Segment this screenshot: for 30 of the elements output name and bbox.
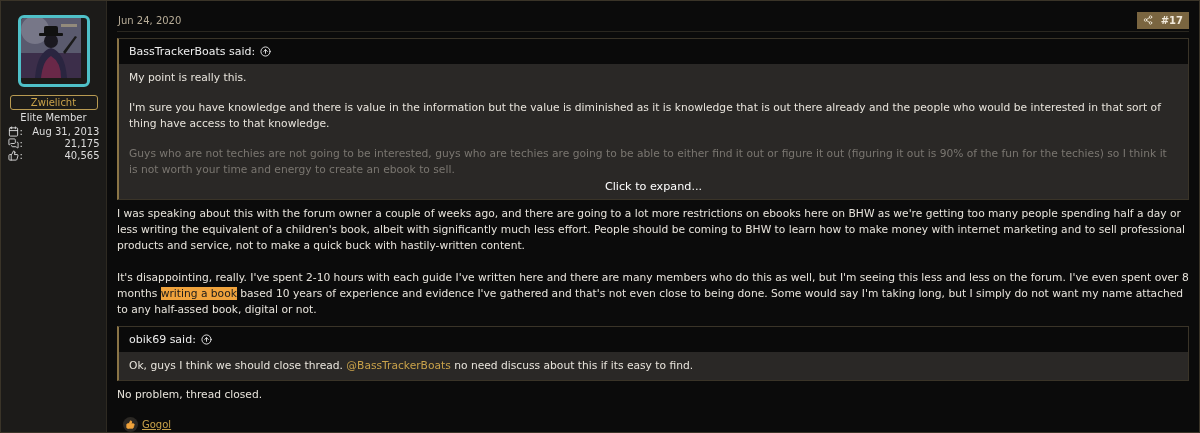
paragraph: Ok, guys I think we should close thread. @BassTrackerBoats no need discuss about this if its easy to find. [129, 358, 695, 374]
jump-to-quote-icon[interactable] [200, 334, 212, 345]
paragraph: It's disappointing, really. I've spent 2-10 hours with each guide I've written here and there are many members who do this as well, but I'm seeing this less and less on the forum. I've even spent over 8 months writing a book based 10 years of experience and evidence I've gathered and that's not even close to being done. Some would say I'm taking long, but I simply do not want my name attached to any half-assed book, digital or not. [117, 270, 1189, 318]
post-date: Jun 24, 2020 [118, 14, 182, 26]
stat-colon: : [19, 126, 23, 137]
paragraph: My point is really this. [129, 70, 248, 86]
reaction-user-link[interactable]: Gogol [142, 419, 172, 430]
stat-value: 40,565 [64, 150, 100, 161]
share-icon [1142, 15, 1153, 25]
thumbs-up-icon [123, 417, 138, 432]
post-number-button[interactable]: #17 [1136, 11, 1189, 29]
user-avatar[interactable] [17, 15, 90, 87]
jump-to-quote-icon[interactable] [260, 46, 272, 57]
calendar-icon [7, 126, 19, 137]
messages-icon [7, 138, 19, 149]
paragraph: I was speaking about this with the forum owner a couple of weeks ago, and there are going to a lot more restrictions on ebooks here on BHW as we're getting too many people spending half a day or less writing the equivalent of a children's book, albeit with significantly much less effort. People should be coming to BHW to learn how to make money with internet marketing and to sell professional products and service, not to make a quick buck with hastily-written content. [117, 206, 1186, 254]
user-mention-link[interactable]: @BassTrackerBoats [346, 359, 451, 372]
stat-value: Aug 31, 2013 [32, 126, 100, 137]
expand-link[interactable]: Click to expand... [604, 180, 703, 193]
stat-colon: : [19, 138, 23, 149]
user-title: Elite Member [20, 112, 87, 123]
paragraph: No problem, thread closed. [117, 387, 264, 403]
quote-attribution: obik69 said: [129, 333, 196, 346]
quote-attribution: BassTrackerBoats said: [129, 45, 256, 58]
paragraph: I'm sure you have knowledge and there is value in the information but the value is diminished as it is knowledge that is out there already and the people who would be interested in that sort of thing have access to that knowledge. [129, 100, 1163, 132]
thumbs-up-icon [7, 150, 19, 161]
paragraph: Guys who are not techies are not going to be interested, guys who are techies are going to be able to either find it out or figure it out (figuring it out is 90% of the fun for the techies) so I think it is not worth your time and energy to create an ebook to sell. [129, 146, 1168, 178]
username-badge[interactable]: Zwielicht [9, 95, 98, 110]
stat-value: 21,175 [64, 138, 100, 149]
stat-colon: : [19, 150, 23, 161]
